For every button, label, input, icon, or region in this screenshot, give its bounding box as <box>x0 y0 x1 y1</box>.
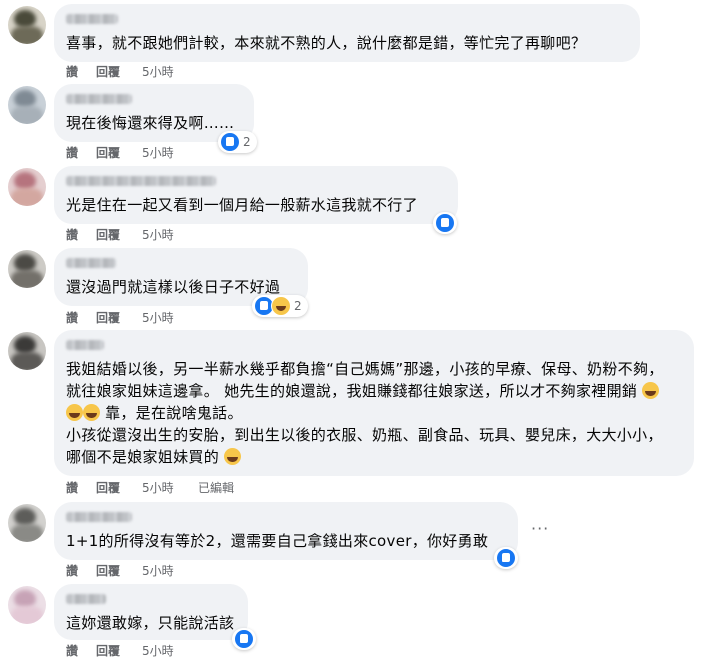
avatar-blur <box>11 26 43 44</box>
comment-bubble: 我姐結婚以後，另一半薪水幾乎都負擔“自己媽媽”那邊，小孩的早療、保母、奶粉不夠，… <box>54 330 694 476</box>
reaction-summary[interactable] <box>494 547 518 569</box>
avatar[interactable] <box>8 332 46 370</box>
reply-link[interactable]: 回覆 <box>96 145 120 161</box>
comment-text: 光是住在一起又看到一個月給一般薪水這我就不行了 <box>66 196 418 214</box>
comment-bubble: 1+1的所得沒有等於2，還需要自己拿錢出來cover，你好勇敢 <box>54 502 518 560</box>
commenter-name-blurred[interactable] <box>66 94 132 104</box>
comment-bubble: 這妳還敢嫁，只能說活該 <box>54 584 248 640</box>
avatar-blur <box>11 352 43 370</box>
comment-text: 這妳還敢嫁，只能說活該 <box>66 614 235 632</box>
avatar-blur <box>11 606 43 624</box>
comment-text-part: 靠，是在說啥鬼話。 <box>100 404 243 422</box>
haha-icon <box>271 296 291 316</box>
like-link[interactable]: 讚 <box>66 310 78 326</box>
avatar-blur <box>11 106 43 124</box>
comment-time[interactable]: 5小時 <box>142 145 174 161</box>
avatar-blur <box>11 270 43 288</box>
comment-text: 喜事，就不跟她們計較，本來就不熟的人，說什麼都是錯，等忙完了再聊吧？ <box>66 34 587 52</box>
avatar[interactable] <box>8 250 46 288</box>
comment-time[interactable]: 5小時 <box>142 643 174 659</box>
avatar[interactable] <box>8 504 46 542</box>
comment-text-part: 小孩從還沒出生的安胎，到出生以後的衣服、奶瓶、副食品、玩具、嬰兒床，大大小小，哪… <box>66 426 663 466</box>
comment-bubble: 喜事，就不跟她們計較，本來就不熟的人，說什麼都是錯，等忙完了再聊吧？ <box>54 4 640 62</box>
commenter-name-blurred[interactable] <box>66 340 104 350</box>
reply-link[interactable]: 回覆 <box>96 227 120 243</box>
commenter-name-blurred[interactable] <box>66 594 106 604</box>
like-link[interactable]: 讚 <box>66 480 78 496</box>
reply-link[interactable]: 回覆 <box>96 64 120 80</box>
comment-time[interactable]: 5小時 <box>142 563 174 579</box>
reaction-summary[interactable] <box>433 212 457 234</box>
like-link[interactable]: 讚 <box>66 145 78 161</box>
comment-text: 小孩從還沒出生的安胎，到出生以後的衣服、奶瓶、副食品、玩具、嬰兒床，大大小小，哪… <box>66 424 674 468</box>
reply-link[interactable]: 回覆 <box>96 310 120 326</box>
like-icon <box>435 213 455 233</box>
reaction-summary[interactable] <box>232 628 256 650</box>
like-link[interactable]: 讚 <box>66 643 78 659</box>
emoji-grin-icon <box>224 448 242 465</box>
comment-text: 1+1的所得沒有等於2，還需要自己拿錢出來cover，你好勇敢 <box>66 532 489 550</box>
comment-text-part: 我姐結婚以後，另一半薪水幾乎都負擔“自己媽媽”那邊，小孩的早療、保母、奶粉不夠，… <box>66 360 664 400</box>
like-link[interactable]: 讚 <box>66 227 78 243</box>
avatar-blur <box>11 524 43 542</box>
reply-link[interactable]: 回覆 <box>96 643 120 659</box>
avatar[interactable] <box>8 6 46 44</box>
avatar[interactable] <box>8 586 46 624</box>
like-link[interactable]: 讚 <box>66 563 78 579</box>
avatar[interactable] <box>8 86 46 124</box>
reaction-summary[interactable]: 2 <box>218 131 257 153</box>
reaction-summary[interactable]: 2 <box>252 295 308 317</box>
comment-time[interactable]: 5小時 <box>142 64 174 80</box>
commenter-name-blurred[interactable] <box>66 258 116 268</box>
comment-time[interactable]: 5小時 <box>142 310 174 326</box>
like-icon <box>234 629 254 649</box>
commenter-name-blurred[interactable] <box>66 176 216 186</box>
reply-link[interactable]: 回覆 <box>96 563 120 579</box>
commenter-name-blurred[interactable] <box>66 14 118 24</box>
comment-text: 現在後悔還來得及啊…… <box>66 114 235 132</box>
reaction-count: 2 <box>243 135 251 149</box>
like-link[interactable]: 讚 <box>66 64 78 80</box>
like-icon <box>496 548 516 568</box>
comment-bubble: 光是住在一起又看到一個月給一般薪水這我就不行了 <box>54 166 458 224</box>
edited-label: 已編輯 <box>198 481 235 495</box>
more-options-icon[interactable]: ··· <box>531 519 549 538</box>
reaction-count: 2 <box>294 299 302 313</box>
comment-time[interactable]: 5小時 <box>142 480 174 496</box>
comment-time[interactable]: 5小時 <box>142 227 174 243</box>
avatar-blur <box>11 188 43 206</box>
commenter-name-blurred[interactable] <box>66 512 132 522</box>
reply-link[interactable]: 回覆 <box>96 480 120 496</box>
avatar[interactable] <box>8 168 46 206</box>
like-icon <box>220 132 240 152</box>
comment-text: 我姐結婚以後，另一半薪水幾乎都負擔“自己媽媽”那邊，小孩的早療、保母、奶粉不夠，… <box>66 358 674 424</box>
